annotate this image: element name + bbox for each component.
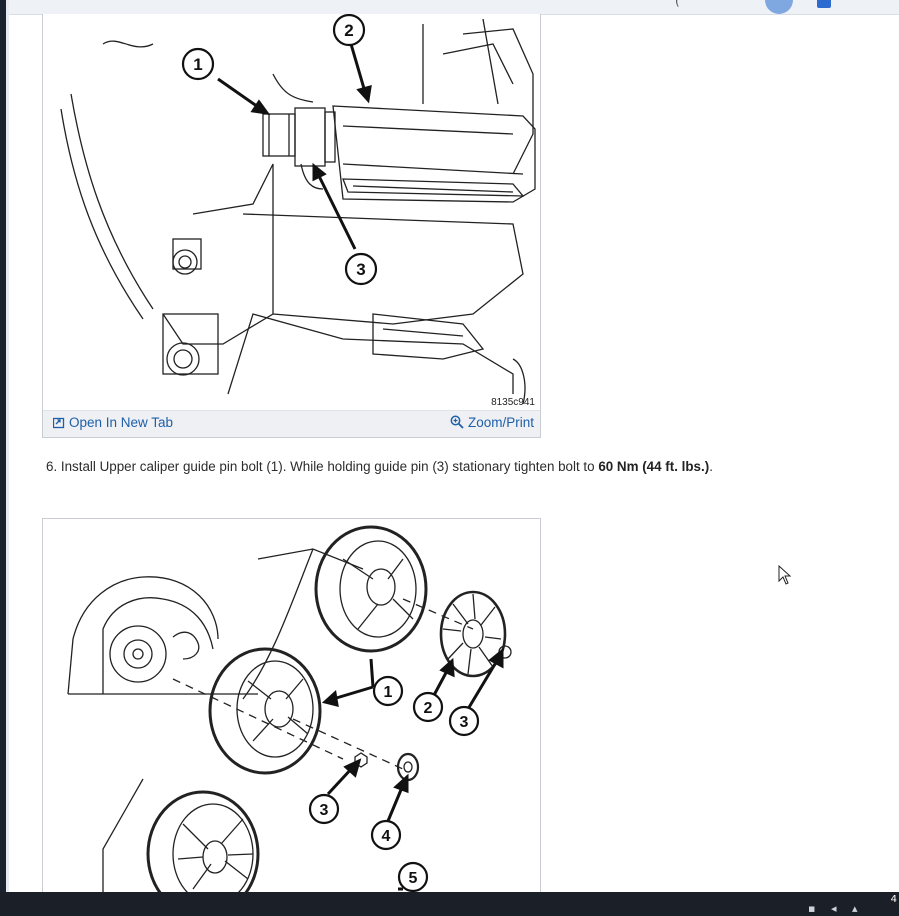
- step-6-torque: 60 Nm (44 ft. lbs.): [598, 459, 710, 474]
- open-in-new-tab-label: Open In New Tab: [69, 415, 174, 430]
- browser-top-strip: (: [9, 0, 899, 15]
- step-6-text: 6. Install Upper caliper guide pin bolt …: [46, 459, 599, 474]
- step-6-instruction: 6. Install Upper caliper guide pin bolt …: [46, 459, 713, 474]
- callout-2: 2: [424, 700, 433, 717]
- callout-3: 3: [460, 714, 469, 731]
- figure-caliper-guide-pin: 1 2 3 8135c941 Open In New Tab Zoom/Prin…: [42, 14, 541, 438]
- open-new-tab-icon: [52, 417, 65, 429]
- callout-4: 4: [382, 828, 391, 845]
- zoom-icon: [450, 415, 464, 429]
- step-6-suffix: .: [709, 459, 713, 474]
- system-tray-icons[interactable]: ▪ ◂ ▴: [808, 902, 864, 915]
- callout-3b: 3: [320, 802, 329, 819]
- wheel-illustration: 1 2 3 3 4 5: [67, 525, 512, 899]
- caliper-illustration: 1 2 3 8135c941: [60, 14, 536, 408]
- callout-2: 2: [344, 21, 353, 40]
- mouse-cursor-icon: [778, 565, 792, 585]
- zoom-print-link[interactable]: Zoom/Print: [450, 415, 534, 430]
- figure-wheel-install: 1 2 3 3 4 5: [42, 518, 541, 900]
- extension-icon[interactable]: [817, 0, 831, 8]
- taskbar: ▪ ◂ ▴ 4: [0, 892, 899, 916]
- callout-5: 5: [409, 870, 418, 887]
- window-scroll-gutter: [6, 0, 9, 916]
- callout-1: 1: [193, 55, 202, 74]
- callout-3: 3: [356, 260, 365, 279]
- zoom-print-label: Zoom/Print: [467, 415, 534, 430]
- profile-avatar[interactable]: [765, 0, 793, 14]
- taskbar-clock: 4: [890, 894, 897, 905]
- open-in-new-tab-link[interactable]: Open In New Tab: [52, 415, 174, 430]
- toolbar-text-fragment: (: [675, 0, 680, 8]
- callout-1: 1: [384, 684, 393, 701]
- figure-toolbar: Open In New Tab Zoom/Print: [43, 410, 540, 437]
- image-code: 8135c941: [491, 397, 535, 408]
